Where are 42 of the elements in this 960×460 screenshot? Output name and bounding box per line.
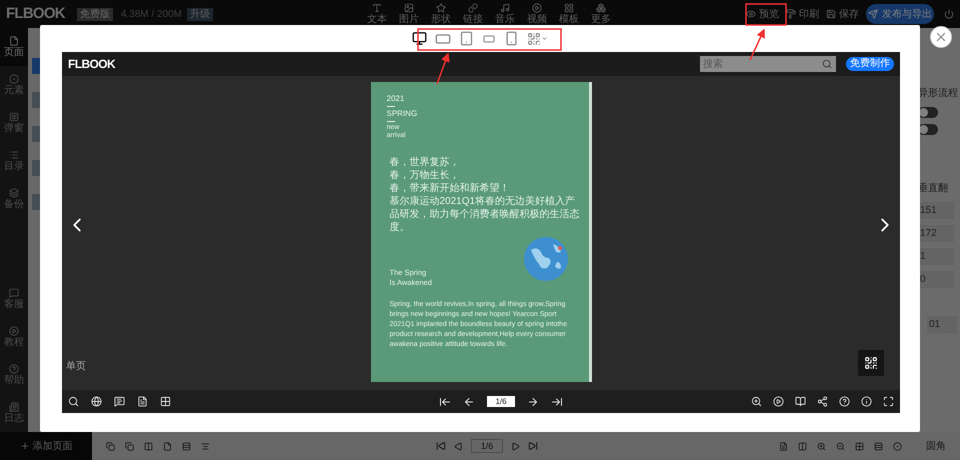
toolbar-tool[interactable]: 模板 <box>554 3 583 25</box>
add-page-button[interactable]: 添加页面 <box>0 432 92 460</box>
sidebar-item[interactable]: 备份 <box>0 180 28 218</box>
corner-label: 圆角 <box>926 440 946 454</box>
sidebar-item[interactable]: 教程 <box>0 318 28 356</box>
plan-badge: 免费版 <box>76 8 113 20</box>
sidebar-item[interactable]: 元素 <box>0 66 28 104</box>
upgrade-button[interactable]: 升级 <box>186 8 213 20</box>
toolbar-action[interactable]: 预览 <box>746 6 779 22</box>
number-field[interactable]: 0 <box>918 271 954 288</box>
toolbar-tool[interactable]: 链接 <box>458 3 487 25</box>
toolbar-tool[interactable]: 音乐 <box>490 3 519 25</box>
number-field[interactable]: 01 <box>927 316 957 333</box>
year-text: 2021 <box>386 94 406 104</box>
toolbar-tool[interactable]: 视频 <box>522 3 551 25</box>
season-text: SPRING <box>386 109 418 119</box>
sidebar-item[interactable]: 日志 <box>0 394 28 432</box>
publish-button[interactable]: 发布与导出 <box>866 4 934 24</box>
free-create-button[interactable]: 免费制作 <box>846 57 894 71</box>
chinese-text: 春，万物生长， <box>390 169 460 182</box>
toolbar-tool[interactable]: 更多 <box>586 3 615 25</box>
chinese-text: 春，世界复苏， <box>390 156 460 169</box>
number-field[interactable]: 172 <box>918 225 954 242</box>
number-field[interactable]: 151 <box>918 202 954 219</box>
logo: FLBOOK <box>68 56 116 73</box>
toolbar-tool[interactable]: 形状 <box>426 3 455 25</box>
toolbar-tool[interactable]: 图片 <box>394 3 423 25</box>
sidebar-item[interactable]: 帮助 <box>0 356 28 394</box>
toolbar-action[interactable]: 保存 <box>826 6 859 22</box>
toolbar-tool[interactable]: 文本 <box>362 3 391 25</box>
logo: FLBOOK <box>6 4 65 24</box>
number-field[interactable]: 1 <box>918 248 954 265</box>
toolbar-action[interactable]: 印刷 <box>786 6 819 22</box>
page-number-field[interactable]: 1/6 <box>487 396 515 407</box>
page-number-field[interactable]: 1/6 <box>471 439 503 453</box>
mode-label: 单页 <box>66 360 86 374</box>
sidebar-item[interactable]: 页面 <box>0 28 28 66</box>
sidebar-item[interactable]: 目录 <box>0 142 28 180</box>
chinese-text: 慕尔康运动2021Q1将春的无边美好植入产品研发，助力每个消费者唤醒积极的生活态度。 <box>390 195 580 234</box>
sidebar-item[interactable]: 弹窗 <box>0 104 28 142</box>
chinese-text: 春，带来新开始和新希望！ <box>390 182 510 195</box>
sidebar-item[interactable]: 客服 <box>0 280 28 318</box>
